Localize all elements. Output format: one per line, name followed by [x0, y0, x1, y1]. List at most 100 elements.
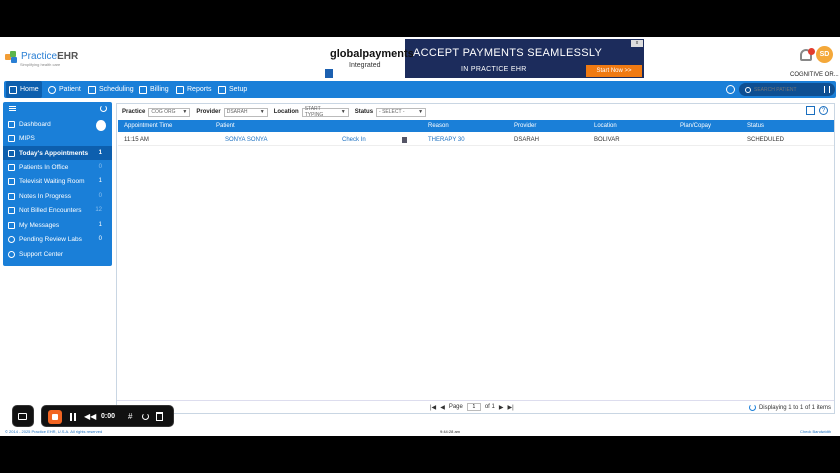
count-badge: 0: [98, 164, 102, 170]
sidebar-item-mips[interactable]: MIPS: [3, 131, 112, 145]
logo-tagline: Simplifying health care: [20, 62, 61, 67]
search-icon: [745, 86, 751, 93]
count-badge: 0: [98, 236, 102, 242]
nav-home[interactable]: Home: [6, 81, 42, 98]
chevron-down-icon: ▼: [182, 109, 188, 115]
sidebar-item-televisit-waiting-room[interactable]: Televisit Waiting Room 1: [3, 174, 112, 188]
export-icon[interactable]: [806, 106, 815, 115]
status-label: Status: [354, 109, 374, 115]
nav-setup[interactable]: Setup: [218, 81, 247, 98]
count-badge: 12: [95, 207, 102, 213]
main-nav: Home Patient Scheduling Billing Reports …: [4, 81, 836, 98]
count-badge: 1: [98, 222, 102, 228]
nav-scheduling[interactable]: Scheduling: [88, 81, 134, 98]
search-patient-input[interactable]: [754, 86, 824, 93]
col-status[interactable]: Status: [747, 120, 764, 132]
pager-summary: Displaying 1 to 1 of 1 items: [758, 404, 831, 411]
document-icon[interactable]: [402, 134, 407, 146]
nav-reports[interactable]: Reports: [176, 81, 212, 98]
col-patient[interactable]: Patient: [216, 120, 235, 132]
ad-close-icon[interactable]: x: [631, 40, 643, 47]
ad-start-now-button[interactable]: Start Now >>: [586, 65, 642, 77]
sidebar-item-notes-in-progress[interactable]: Notes In Progress 0: [3, 189, 112, 203]
restart-icon[interactable]: [142, 413, 149, 420]
setup-icon: [218, 85, 226, 94]
check-bandwidth-link[interactable]: Check Bandwidth: [800, 429, 831, 434]
app-window: PracticeEHR Simplifying health care glob…: [0, 37, 840, 436]
search-options-icon[interactable]: [824, 86, 830, 93]
col-appointment-time[interactable]: Appointment Time: [124, 120, 172, 132]
logo-ehr: EHR: [57, 51, 79, 62]
appointment-time: 11:15 AM: [124, 137, 149, 143]
rewind-icon[interactable]: ◀◀: [84, 412, 96, 421]
notification-badge: [808, 48, 815, 55]
ad-banner[interactable]: globalpayments Integrated ACCEPT PAYMENT…: [325, 39, 644, 78]
next-page-icon[interactable]: ▶: [499, 404, 504, 411]
support-icon: [8, 250, 15, 258]
stop-recording-button[interactable]: [48, 410, 62, 424]
table-row[interactable]: 11:15 AM SONYA SONYA Check In THERAPY 30…: [118, 134, 834, 146]
footer: © 2014 - 2025 Practice EHR, U.S.A. All r…: [0, 428, 840, 436]
prev-page-icon[interactable]: ◀: [440, 404, 445, 411]
filter-bar: Practice COG ORG ▼ Provider DSARAH ▼ Locat…: [122, 106, 432, 118]
copyright-link[interactable]: © 2014 - 2025 Practice EHR, U.S.A. All r…: [5, 429, 102, 434]
page-total: of 1: [484, 404, 495, 410]
patient-icon: [48, 85, 56, 94]
sidebar-item-patients-in-office[interactable]: Patients In Office 0: [3, 160, 112, 174]
sidebar: Dashboard MIPS Today's Appointments 1 Pa…: [3, 102, 112, 266]
mips-icon: [8, 134, 15, 142]
check-in-link[interactable]: Check In: [342, 134, 366, 146]
table-refresh-icon[interactable]: [748, 404, 756, 411]
reason-link[interactable]: THERAPY 30: [428, 134, 465, 146]
practice-select[interactable]: COG ORG ▼: [148, 107, 191, 117]
provider-select[interactable]: DSARAH ▼: [223, 107, 268, 117]
page-number-input[interactable]: [466, 403, 481, 411]
sidebar-item-support-center[interactable]: Support Center: [3, 247, 112, 261]
provider-label: Provider: [196, 109, 221, 115]
grid-icon[interactable]: #: [128, 412, 132, 421]
sidebar-item-my-messages[interactable]: My Messages 1: [3, 218, 112, 232]
last-page-icon[interactable]: ▶|: [507, 404, 513, 411]
location-value: BOLIVAR: [594, 137, 620, 143]
status-select[interactable]: - SELECT - ▼: [376, 107, 427, 117]
dashboard-icon: [8, 120, 15, 128]
camera-icon: [18, 413, 27, 420]
table-header: Appointment Time Patient Reason Provider…: [118, 120, 834, 132]
recorder-camera-button[interactable]: [12, 405, 34, 427]
count-badge: 0: [98, 193, 102, 199]
appointments-panel: Practice COG ORG ▼ Provider DSARAH ▼ Locat…: [116, 103, 835, 414]
sidebar-item-not-billed-encounters[interactable]: Not Billed Encounters 12: [3, 203, 112, 217]
calendar-icon: [88, 85, 96, 94]
status-value: SCHEDULED: [747, 137, 785, 143]
add-user-icon[interactable]: [726, 85, 735, 94]
count-badge: 1: [98, 150, 102, 156]
col-location[interactable]: Location: [594, 120, 617, 132]
patients-office-icon: [8, 163, 15, 171]
location-input[interactable]: START TYPING ▼: [301, 106, 349, 118]
patient-name-link[interactable]: SONYA SONYA: [225, 134, 267, 146]
message-icon: [8, 221, 15, 229]
menu-toggle-icon[interactable]: [9, 106, 16, 111]
col-provider[interactable]: Provider: [514, 120, 536, 132]
pause-icon[interactable]: [70, 413, 76, 421]
top-header: PracticeEHR Simplifying health care glob…: [0, 37, 840, 81]
billing-list-icon: [8, 206, 15, 214]
sidebar-item-todays-appointments[interactable]: Today's Appointments 1: [3, 146, 112, 160]
sidebar-refresh-icon[interactable]: [100, 105, 107, 112]
nav-patient[interactable]: Patient: [48, 81, 81, 98]
sidebar-item-pending-review-labs[interactable]: Pending Review Labs 0: [3, 232, 112, 246]
trash-icon[interactable]: [156, 412, 163, 421]
logo-brand: Practice: [21, 51, 58, 62]
home-icon: [9, 85, 17, 94]
help-icon[interactable]: ?: [819, 106, 828, 115]
patient-search[interactable]: [739, 83, 835, 96]
nav-billing[interactable]: Billing: [139, 81, 169, 98]
col-plan-copay[interactable]: Plan/Copay: [680, 120, 711, 132]
col-reason[interactable]: Reason: [428, 120, 449, 132]
practice-name[interactable]: COGNITIVE OR...: [790, 72, 839, 78]
appointments-icon: [8, 149, 15, 157]
first-page-icon[interactable]: |◀: [430, 404, 436, 411]
sidebar-item-dashboard[interactable]: Dashboard: [3, 117, 112, 131]
labs-icon: [8, 235, 15, 243]
user-avatar[interactable]: SD: [816, 46, 833, 63]
